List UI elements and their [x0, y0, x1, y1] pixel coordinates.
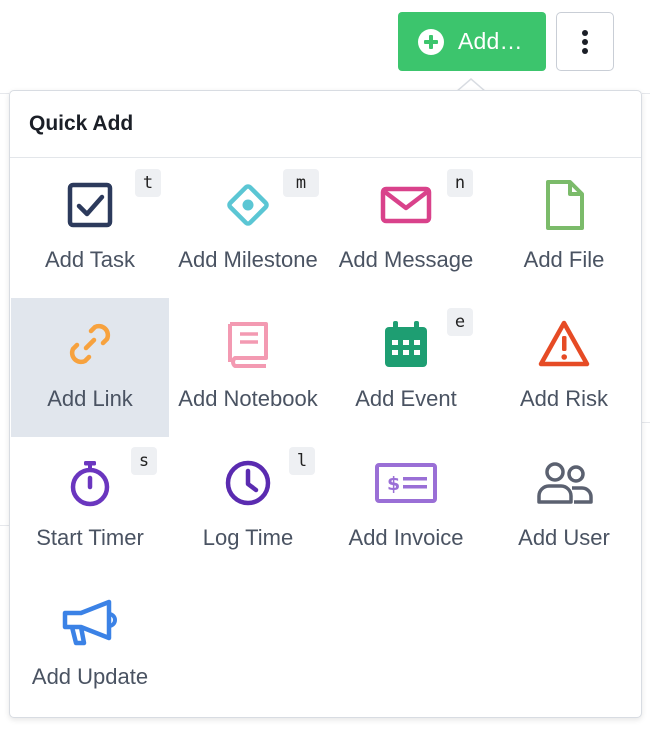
item-label: Add Message [338, 247, 474, 272]
shortcut-key: l [289, 447, 315, 475]
add-link-item[interactable]: Add Link [11, 298, 169, 437]
item-label: Add Invoice [348, 525, 464, 550]
svg-text:$: $ [387, 473, 400, 495]
quick-add-popover: Quick Add t Add Task m Add Milestone n A… [9, 90, 642, 718]
checkbox-icon [64, 179, 116, 231]
add-event-item[interactable]: e Add Event [327, 298, 485, 437]
envelope-icon [380, 179, 432, 231]
stopwatch-icon [64, 457, 116, 509]
background-divider [642, 93, 650, 94]
add-risk-item[interactable]: Add Risk [485, 298, 643, 437]
add-invoice-item[interactable]: $ Add Invoice [327, 437, 485, 576]
item-label: Add Task [44, 247, 136, 272]
item-label: Log Time [202, 525, 294, 550]
add-milestone-item[interactable]: m Add Milestone [169, 159, 327, 298]
clock-icon [222, 457, 274, 509]
background-divider [0, 93, 9, 94]
add-notebook-item[interactable]: Add Notebook [169, 298, 327, 437]
add-user-item[interactable]: Add User [485, 437, 643, 576]
item-label: Add File [523, 247, 605, 272]
add-task-item[interactable]: t Add Task [11, 159, 169, 298]
item-label: Add Notebook [178, 386, 318, 411]
quick-add-grid: t Add Task m Add Milestone n Add Message… [11, 159, 641, 715]
item-label: Add Update [31, 664, 149, 689]
users-icon [532, 457, 596, 509]
notebook-icon [222, 318, 274, 370]
megaphone-icon [61, 596, 119, 648]
add-file-item[interactable]: Add File [485, 159, 643, 298]
item-label: Add Milestone [178, 247, 318, 272]
link-icon [64, 318, 116, 370]
add-message-item[interactable]: n Add Message [327, 159, 485, 298]
plus-circle-icon [418, 28, 444, 55]
item-label: Add Event [355, 386, 457, 411]
warning-icon [538, 318, 590, 370]
shortcut-key: t [135, 169, 161, 197]
item-label: Add Link [47, 386, 133, 411]
background-divider [642, 422, 650, 423]
invoice-icon: $ [374, 457, 438, 509]
shortcut-key: n [447, 169, 473, 197]
calendar-icon [380, 318, 432, 370]
shortcut-key: m [283, 169, 319, 197]
add-update-item[interactable]: Add Update [11, 576, 169, 715]
file-icon [538, 179, 590, 231]
start-timer-item[interactable]: s Start Timer [11, 437, 169, 576]
vertical-ellipsis-icon [582, 29, 588, 54]
shortcut-key: s [131, 447, 157, 475]
more-options-button[interactable] [556, 12, 614, 71]
log-time-item[interactable]: l Log Time [169, 437, 327, 576]
add-button-label: Add… [458, 28, 523, 54]
popover-title: Quick Add [29, 112, 134, 135]
item-label: Add Risk [519, 386, 609, 411]
add-button[interactable]: Add… [398, 12, 546, 71]
milestone-diamond-icon [222, 179, 274, 231]
popover-header: Quick Add [10, 91, 641, 158]
item-label: Start Timer [36, 525, 144, 550]
item-label: Add User [518, 525, 610, 550]
shortcut-key: e [447, 308, 473, 336]
